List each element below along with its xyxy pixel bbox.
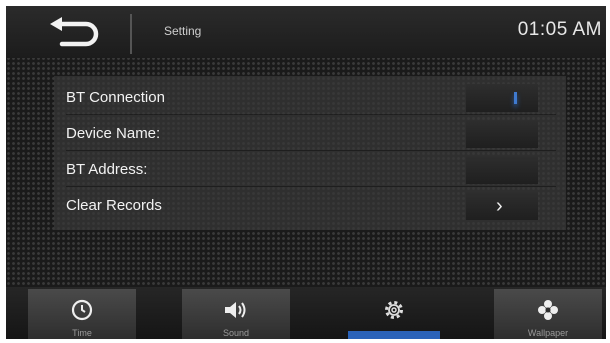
row-clear-records[interactable]: Clear Records › xyxy=(66,190,556,222)
row-bt-address: BT Address: xyxy=(66,154,556,187)
active-tab-indicator xyxy=(348,331,440,339)
row-label: BT Address: xyxy=(66,161,148,178)
header-bar: Setting 01:05 AM xyxy=(6,6,606,58)
back-arrow-icon xyxy=(50,17,99,47)
device-name-field xyxy=(466,120,538,148)
bt-address-field xyxy=(466,156,538,184)
row-bt-connection[interactable]: BT Connection xyxy=(66,82,556,115)
tab-sound[interactable]: Sound xyxy=(182,289,290,339)
tab-label: Time xyxy=(72,328,92,338)
clear-records-button[interactable]: › xyxy=(466,192,538,220)
header-divider xyxy=(130,14,132,54)
row-label: Clear Records xyxy=(66,197,162,214)
tab-wallpaper[interactable]: Wallpaper xyxy=(494,289,602,339)
row-label: Device Name: xyxy=(66,125,161,142)
tab-label: Sound xyxy=(222,328,250,338)
chevron-right-icon: › xyxy=(496,195,503,217)
row-label: BT Connection xyxy=(66,89,165,106)
row-device-name[interactable]: Device Name: xyxy=(66,118,556,151)
clock-icon xyxy=(71,299,93,321)
tab-setting[interactable] xyxy=(340,289,448,339)
bluetooth-settings-list: BT Connection Device Name: BT Address: C… xyxy=(54,76,566,230)
back-button[interactable] xyxy=(46,14,116,48)
page-title: Setting xyxy=(164,24,202,38)
settings-screen: Setting 01:05 AM BT Connection Device Na… xyxy=(6,6,606,339)
speaker-icon xyxy=(225,302,246,318)
bt-connection-toggle[interactable] xyxy=(466,84,538,112)
toggle-indicator-icon xyxy=(514,92,517,104)
tab-label: Wallpaper xyxy=(527,328,569,338)
tab-time[interactable]: Time xyxy=(28,289,136,339)
wallpaper-icon xyxy=(538,300,558,320)
clock-display: 01:05 AM xyxy=(517,19,602,40)
gear-icon xyxy=(385,301,403,319)
bottom-tab-bar: Time Sound Wallpaper xyxy=(6,287,606,339)
